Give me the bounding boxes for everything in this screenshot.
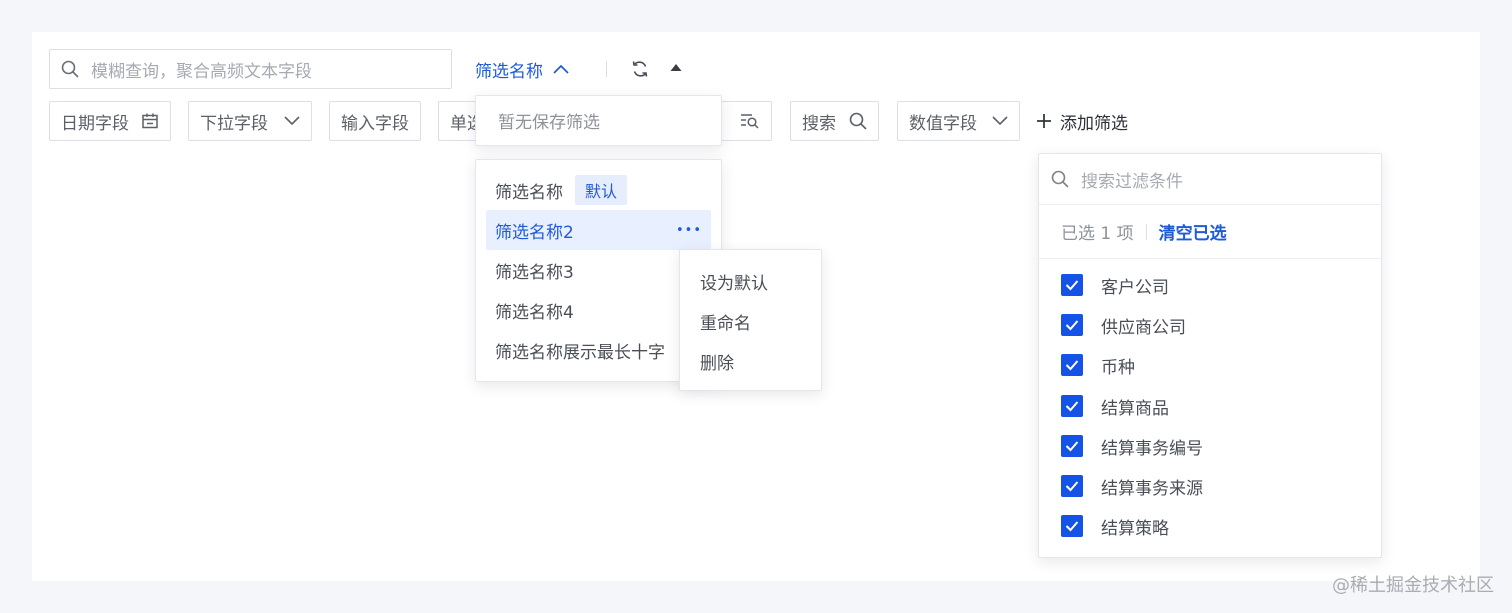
saved-filter-empty-panel: 暂无保存筛选 <box>475 95 722 146</box>
condition-option[interactable]: 结算策略 <box>1061 506 1169 546</box>
filter-context-menu: 设为默认 重命名 删除 <box>679 249 822 391</box>
condition-option[interactable]: 结算事务来源 <box>1061 466 1203 506</box>
selection-summary: 已选 1 项 清空已选 <box>1039 205 1381 259</box>
condition-option-label: 结算事务来源 <box>1101 478 1203 499</box>
input-field-label: 输入字段 <box>341 113 409 134</box>
saved-filter-label: 筛选名称 <box>475 61 543 82</box>
checkbox-checked-icon[interactable] <box>1061 395 1083 417</box>
numeric-field-label: 数值字段 <box>909 113 977 134</box>
list-search-icon <box>740 112 760 130</box>
set-default-item[interactable]: 设为默认 <box>700 261 768 301</box>
search-placeholder: 模糊查询，聚合高频文本字段 <box>91 61 312 82</box>
condition-option-label: 客户公司 <box>1101 277 1169 298</box>
empty-saved-text: 暂无保存筛选 <box>498 113 600 133</box>
summary-divider <box>1145 223 1147 240</box>
add-filter-button[interactable]: 添加筛选 <box>1036 108 1128 134</box>
condition-option[interactable]: 币种 <box>1061 345 1135 385</box>
add-filter-label: 添加筛选 <box>1060 113 1128 134</box>
selected-count: 已选 1 项 <box>1061 224 1134 244</box>
condition-option-label: 币种 <box>1101 357 1135 378</box>
plus-icon <box>1036 113 1052 129</box>
checkbox-checked-icon[interactable] <box>1061 354 1083 376</box>
dropdown-field[interactable]: 下拉字段 <box>188 101 312 141</box>
more-icon[interactable]: ••• <box>676 223 702 238</box>
watermark: @稀土掘金技术社区 <box>1332 575 1494 596</box>
chevron-down-icon <box>284 116 300 126</box>
filter-list-item[interactable]: 筛选名称3 <box>486 250 711 290</box>
condition-option[interactable]: 供应商公司 <box>1061 305 1186 345</box>
search-icon <box>1051 170 1069 188</box>
condition-option-label: 供应商公司 <box>1101 317 1186 338</box>
fuzzy-search-input[interactable]: 模糊查询，聚合高频文本字段 <box>49 49 452 89</box>
collapse-icon[interactable] <box>669 62 683 74</box>
delete-item[interactable]: 删除 <box>700 341 734 381</box>
clear-selected-button[interactable]: 清空已选 <box>1159 219 1227 244</box>
filter-list-item[interactable]: 筛选名称展示最长十字 <box>486 330 711 370</box>
toolbar-divider <box>606 61 607 77</box>
filter-item-label: 筛选名称4 <box>495 302 574 323</box>
input-field[interactable]: 输入字段 <box>329 101 421 141</box>
saved-filter-dropdown[interactable]: 筛选名称 <box>475 56 569 82</box>
filter-item-label: 筛选名称2 <box>495 222 574 243</box>
filter-list-item[interactable]: 筛选名称4 <box>486 290 711 330</box>
checkbox-checked-icon[interactable] <box>1061 435 1083 457</box>
filter-item-label: 筛选名称3 <box>495 262 574 283</box>
filter-list-item-active[interactable]: 筛选名称2 ••• <box>486 210 711 250</box>
condition-option[interactable]: 结算商品 <box>1061 386 1169 426</box>
filter-condition-panel: 搜索过滤条件 已选 1 项 清空已选 客户公司 供应商公司 币种 结算商品 结算… <box>1038 153 1382 558</box>
numeric-field[interactable]: 数值字段 <box>897 101 1020 141</box>
search-field[interactable]: 搜索 <box>790 101 879 141</box>
calendar-icon <box>141 112 159 130</box>
date-field-label: 日期字段 <box>61 113 129 134</box>
default-tag: 默认 <box>575 175 628 205</box>
filter-list-item[interactable]: 筛选名称 默认 <box>486 170 711 210</box>
chevron-down-icon <box>992 116 1008 126</box>
chevron-up-icon <box>553 64 569 74</box>
search-icon <box>849 112 867 130</box>
filter-item-label: 筛选名称展示最长十字 <box>495 342 665 363</box>
dropdown-field-label: 下拉字段 <box>200 113 268 134</box>
condition-search-placeholder: 搜索过滤条件 <box>1081 171 1183 192</box>
refresh-icon[interactable] <box>630 59 650 79</box>
condition-option-label: 结算策略 <box>1101 518 1169 539</box>
checkbox-checked-icon[interactable] <box>1061 314 1083 336</box>
filter-card: 模糊查询，聚合高频文本字段 筛选名称 日期字段 下拉字段 输入字段 单选 搜索 … <box>32 32 1480 581</box>
checkbox-checked-icon[interactable] <box>1061 475 1083 497</box>
checkbox-checked-icon[interactable] <box>1061 274 1083 296</box>
condition-search-input[interactable]: 搜索过滤条件 <box>1039 154 1381 205</box>
condition-option[interactable]: 结算事务编号 <box>1061 426 1203 466</box>
checkbox-checked-icon[interactable] <box>1061 515 1083 537</box>
date-field[interactable]: 日期字段 <box>49 101 171 141</box>
search-icon <box>61 60 79 78</box>
condition-option-label: 结算商品 <box>1101 398 1169 419</box>
filter-item-label: 筛选名称 <box>495 182 563 203</box>
condition-option-label: 结算事务编号 <box>1101 438 1203 459</box>
condition-option[interactable]: 客户公司 <box>1061 265 1169 305</box>
rename-item[interactable]: 重命名 <box>700 301 751 341</box>
search-field-label: 搜索 <box>802 113 836 134</box>
